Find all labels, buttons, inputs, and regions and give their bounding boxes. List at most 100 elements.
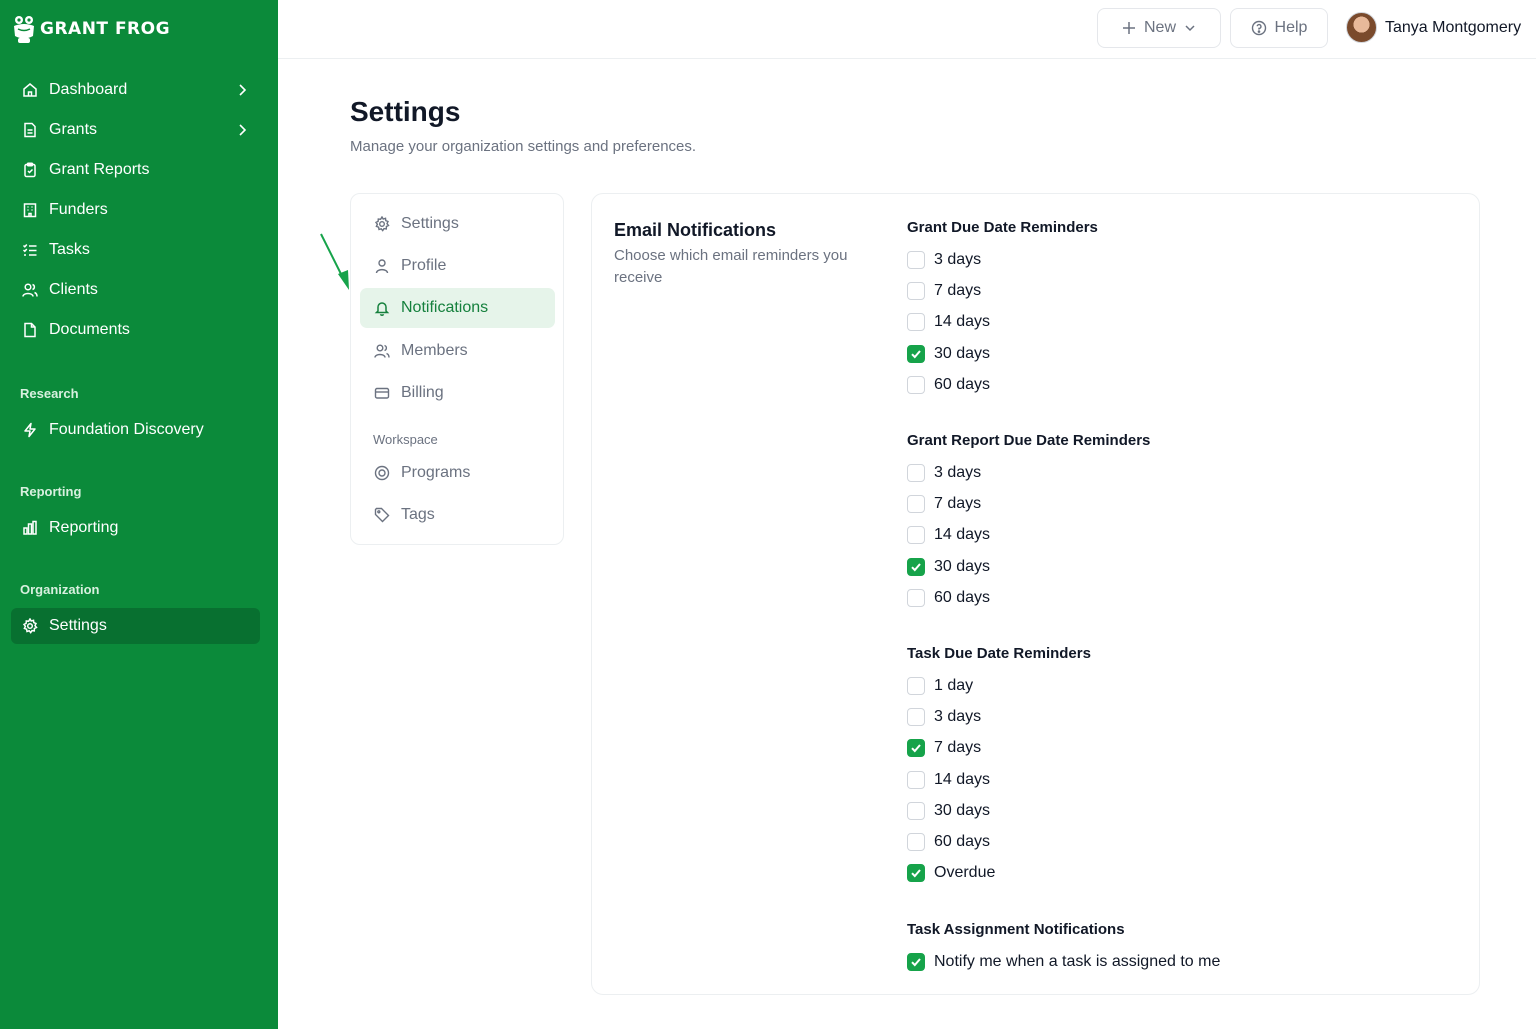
reminder-option[interactable]: Notify me when a task is assigned to me <box>907 952 1220 972</box>
target-icon <box>373 464 391 482</box>
checkbox[interactable] <box>907 833 925 851</box>
settings-menu-item-programs[interactable]: Programs <box>360 453 555 493</box>
section-description: Choose which email reminders you receive <box>614 247 848 286</box>
reminder-option[interactable]: 60 days <box>907 375 990 395</box>
reminder-option-label: 30 days <box>934 558 991 575</box>
users-icon <box>373 342 391 360</box>
settings-menu-item-members[interactable]: Members <box>360 331 555 371</box>
reminder-option-label: 14 days <box>934 526 991 543</box>
checkbox-checked[interactable] <box>907 864 925 882</box>
frog-icon <box>14 16 34 43</box>
checkbox[interactable] <box>907 526 925 544</box>
settings-menu-item-tags[interactable]: Tags <box>360 495 555 535</box>
reminder-option-label: 60 days <box>934 589 991 606</box>
sidebar-item-label: Tasks <box>49 241 90 258</box>
reminder-option[interactable]: 30 days <box>907 557 990 577</box>
settings-menu-item-notifications[interactable]: Notifications <box>360 288 555 328</box>
checkbox[interactable] <box>907 376 925 394</box>
settings-menu-item-settings[interactable]: Settings <box>360 204 555 244</box>
reminder-option[interactable]: 7 days <box>907 281 981 301</box>
sidebar-item-clients[interactable]: Clients <box>11 272 260 308</box>
tag-icon <box>373 506 391 524</box>
reminder-option-label: 7 days <box>934 739 982 756</box>
sidebar-item-dashboard[interactable]: Dashboard <box>11 72 260 108</box>
checkbox-checked[interactable] <box>907 739 925 757</box>
check-icon <box>911 563 921 572</box>
user-name: Tanya Montgomery <box>1385 18 1522 36</box>
reminder-option[interactable]: 14 days <box>907 312 990 332</box>
avatar <box>1346 12 1377 43</box>
sidebar-item-label: Grant Reports <box>49 161 150 178</box>
user-icon <box>373 257 391 275</box>
reminder-option-label: 60 days <box>934 833 991 850</box>
email-notifications-card: Email Notifications Choose which email r… <box>591 193 1480 995</box>
settings-menu: Settings Profile Notifications Members B… <box>350 193 564 545</box>
reminder-option[interactable]: 1 day <box>907 676 973 696</box>
reminder-option[interactable]: 30 days <box>907 344 990 364</box>
reminder-option[interactable]: 7 days <box>907 738 981 758</box>
reminder-option[interactable]: 14 days <box>907 770 990 790</box>
bolt-icon <box>21 421 39 439</box>
check-icon <box>911 744 921 753</box>
sidebar-item-reporting[interactable]: Reporting <box>11 510 260 546</box>
reminder-option[interactable]: 3 days <box>907 707 981 727</box>
checkbox[interactable] <box>907 677 925 695</box>
brand-name: GRANT FROG <box>40 19 171 39</box>
settings-menu-label: Profile <box>401 257 447 274</box>
reminder-option[interactable]: 30 days <box>907 801 990 821</box>
sidebar-item-label: Settings <box>49 617 107 634</box>
checkbox[interactable] <box>907 313 925 331</box>
checkbox[interactable] <box>907 589 925 607</box>
checkbox-checked[interactable] <box>907 558 925 576</box>
checkbox[interactable] <box>907 771 925 789</box>
file-icon <box>21 121 39 139</box>
brand-logo[interactable]: GRANT FROG <box>12 14 170 44</box>
reminder-option[interactable]: 60 days <box>907 832 990 852</box>
gear-icon <box>21 617 39 635</box>
checkbox[interactable] <box>907 464 925 482</box>
chevron-down-icon <box>1185 25 1195 32</box>
checkbox[interactable] <box>907 282 925 300</box>
sidebar-item-grants[interactable]: Grants <box>11 112 260 148</box>
reminder-option[interactable]: Overdue <box>907 863 995 883</box>
reminder-option[interactable]: 60 days <box>907 588 990 608</box>
sidebar-item-tasks[interactable]: Tasks <box>11 232 260 268</box>
reminder-option[interactable]: 14 days <box>907 525 990 545</box>
reminder-option[interactable]: 7 days <box>907 494 981 514</box>
checkbox-checked[interactable] <box>907 953 925 971</box>
section-title: Email Notifications <box>614 220 777 240</box>
reminder-option-label: 14 days <box>934 771 991 788</box>
reminder-group-title: Task Assignment Notifications <box>907 921 1125 938</box>
help-button-label: Help <box>1274 19 1308 36</box>
sidebar-item-foundation-discovery[interactable]: Foundation Discovery <box>11 412 260 448</box>
reminder-option-label: Overdue <box>934 864 996 881</box>
settings-menu-item-profile[interactable]: Profile <box>360 246 555 286</box>
sidebar-item-label: Grants <box>49 121 98 138</box>
settings-menu-item-billing[interactable]: Billing <box>360 373 555 413</box>
checkbox[interactable] <box>907 802 925 820</box>
reminder-option-label: Notify me when a task is assigned to me <box>934 953 1221 970</box>
bell-icon <box>373 299 391 317</box>
checkbox[interactable] <box>907 495 925 513</box>
sidebar-item-documents[interactable]: Documents <box>11 312 260 348</box>
checkbox[interactable] <box>907 251 925 269</box>
reminder-option[interactable]: 3 days <box>907 250 981 270</box>
new-button[interactable]: New <box>1097 8 1221 48</box>
user-menu[interactable]: Tanya Montgomery <box>1346 12 1521 43</box>
checkbox[interactable] <box>907 708 925 726</box>
reminder-option-label: 60 days <box>934 376 991 393</box>
gear-icon <box>373 215 391 233</box>
reminder-group-title: Grant Report Due Date Reminders <box>907 432 1151 449</box>
sidebar-item-funders[interactable]: Funders <box>11 192 260 228</box>
app-window: GRANT FROG Dashboard Grants Grant Report… <box>0 0 1536 1029</box>
sidebar-item-label: Funders <box>49 201 108 218</box>
settings-menu-section-workspace: Workspace <box>373 432 438 447</box>
checkbox-checked[interactable] <box>907 345 925 363</box>
plus-icon <box>1122 22 1135 34</box>
sidebar-item-grant-reports[interactable]: Grant Reports <box>11 152 260 188</box>
reminder-option[interactable]: 3 days <box>907 463 981 483</box>
sidebar-item-settings[interactable]: Settings <box>11 608 260 644</box>
reminder-option-label: 7 days <box>934 495 982 512</box>
users-icon <box>21 281 39 299</box>
help-button[interactable]: Help <box>1230 8 1328 48</box>
